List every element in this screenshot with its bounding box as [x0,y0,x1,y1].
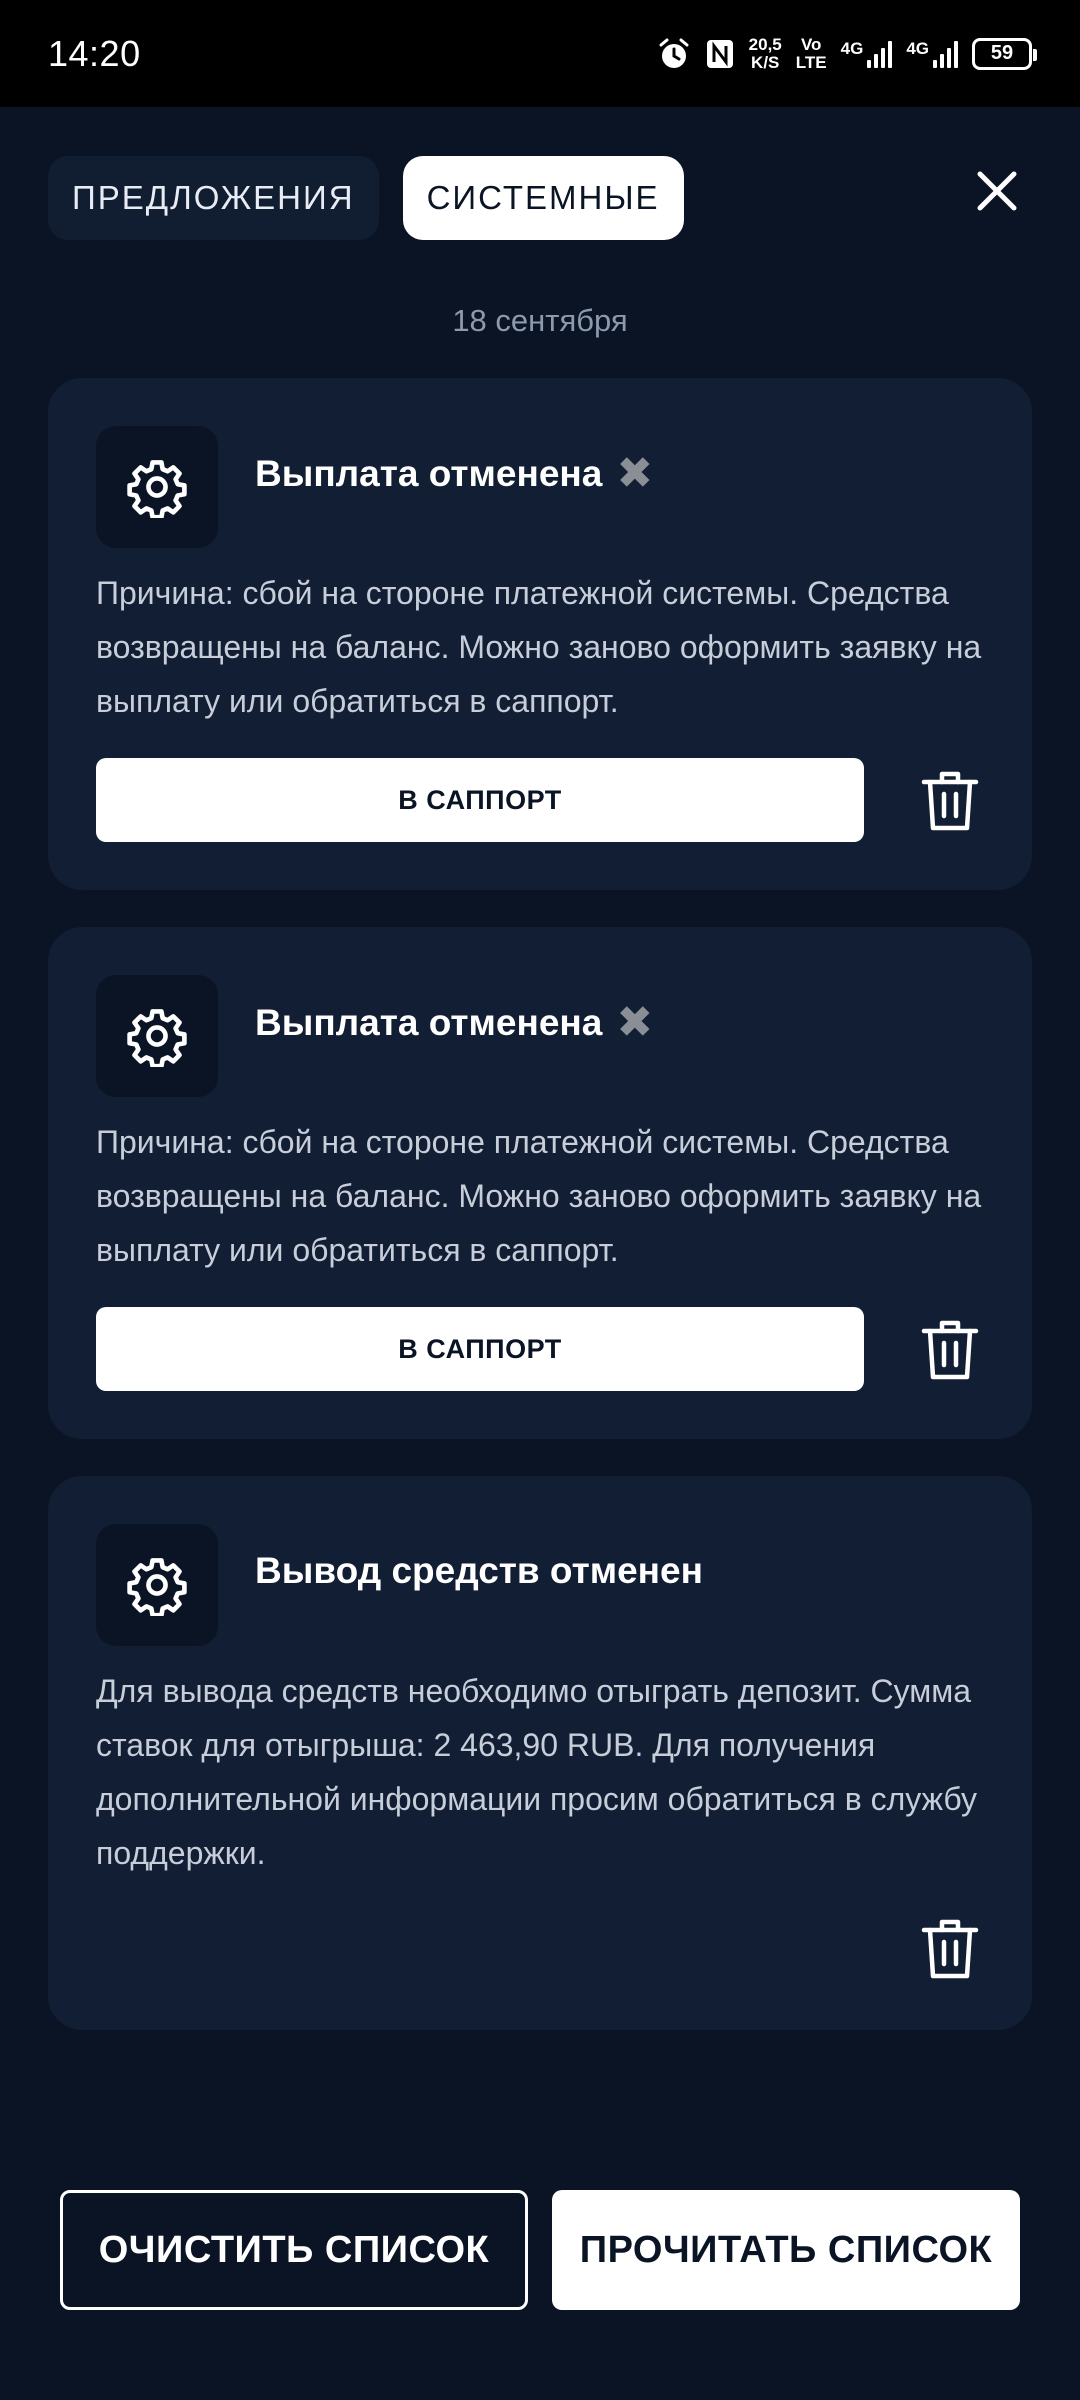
signal-bars-1-icon [867,40,893,68]
network-type-2: 4G [906,38,929,58]
gear-icon-box [96,975,218,1097]
volte-indicator: Vo LTE [795,34,827,72]
cross-mark-icon: ✖ [616,449,654,498]
notification-card: Выплата отменена ✖ Причина: сбой на стор… [48,378,1032,890]
trash-icon[interactable] [920,1317,980,1383]
net-speed-unit: K/S [751,52,780,72]
read-list-button[interactable]: ПРОЧИТАТЬ СПИСОК [552,2190,1020,2310]
signal-2: 4G [906,38,958,68]
volte-top: Vo [800,34,822,54]
notification-title-text: Вывод средств отменен [255,1550,703,1591]
volte-bottom: LTE [795,52,827,72]
notification-title: Выплата отменена ✖ [255,452,653,496]
notification-title: Выплата отменена ✖ [255,1001,653,1045]
gear-icon [127,460,187,518]
status-icons: 20,5 K/S Vo LTE 4G 4G 59 [657,34,1037,72]
tab-system[interactable]: СИСТЕМНЫЕ [402,156,684,240]
network-type-1: 4G [840,38,864,58]
notification-title-text: Выплата отменена [255,453,603,494]
notification-card: Выплата отменена ✖ Причина: сбой на стор… [48,927,1032,1439]
notification-title-text: Выплата отменена [255,1002,603,1043]
clear-list-button[interactable]: ОЧИСТИТЬ СПИСОК [60,2190,528,2310]
battery-level: 59 [990,42,1014,64]
trash-icon[interactable] [920,1916,980,1982]
net-speed-value: 20,5 [748,34,782,54]
net-speed: 20,5 K/S [748,34,782,72]
battery-icon: 59 [972,37,1037,70]
status-bar: 14:20 20,5 K/S Vo LTE 4G 4G 59 [0,0,1080,107]
notification-body: Причина: сбой на стороне платежной систе… [96,575,982,719]
close-icon[interactable] [974,168,1020,214]
gear-icon [127,1558,187,1616]
cross-mark-icon: ✖ [616,998,654,1047]
status-time: 14:20 [48,32,141,74]
support-button[interactable]: В САППОРТ [96,1307,864,1391]
notification-body: Для вывода средств необходимо отыграть д… [96,1673,978,1871]
gear-icon-box [96,1524,218,1646]
gear-icon [127,1009,187,1067]
nfc-icon [706,39,733,68]
notification-title: Вывод средств отменен [255,1550,703,1592]
notification-tabs: ПРЕДЛОЖЕНИЯ СИСТЕМНЫЕ [48,156,684,240]
support-button[interactable]: В САППОРТ [96,758,864,842]
alarm-icon [659,38,689,68]
signal-bars-2-icon [933,40,958,68]
trash-icon[interactable] [920,768,980,834]
signal-1: 4G [840,38,893,68]
notification-body: Причина: сбой на стороне платежной систе… [96,1124,982,1268]
notification-card: Вывод средств отменен Для вывода средств… [48,1476,1032,2030]
date-label: 18 сентября [452,303,628,338]
tab-offers[interactable]: ПРЕДЛОЖЕНИЯ [48,156,379,240]
gear-icon-box [96,426,218,548]
